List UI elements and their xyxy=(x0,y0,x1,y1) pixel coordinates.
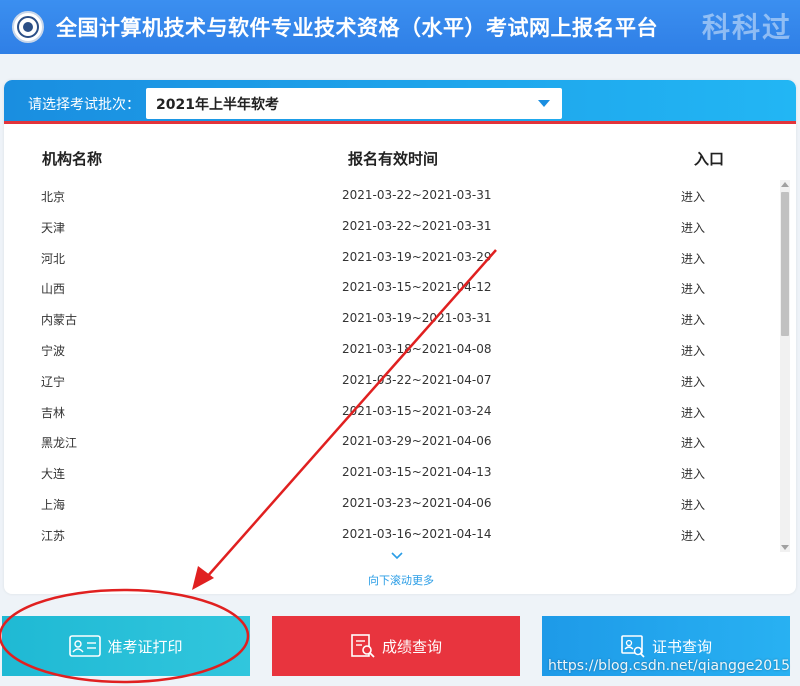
registration-period: 2021-03-22~2021-03-31 xyxy=(342,218,492,233)
enter-link[interactable]: 进入 xyxy=(681,342,705,359)
scroll-thumb[interactable] xyxy=(781,192,789,336)
certificate-search-icon xyxy=(621,635,645,658)
column-header-entry: 入口 xyxy=(694,150,725,168)
table-row: 辽宁 2021-03-22~2021-04-07 进入 xyxy=(4,365,774,395)
watermark: 科科过 xyxy=(701,11,792,44)
institution-name: 宁波 xyxy=(41,344,66,358)
table-row: 北京 2021-03-22~2021-03-31 进入 xyxy=(4,180,774,210)
table-row: 宁波 2021-03-18~2021-04-08 进入 xyxy=(4,334,774,364)
institution-name: 黑龙江 xyxy=(41,436,78,451)
table-row: 上海 2021-03-23~2021-04-06 进入 xyxy=(4,488,774,518)
registration-period: 2021-03-22~2021-04-07 xyxy=(342,372,492,387)
print-button-label: 准考证打印 xyxy=(107,637,183,656)
batch-selected-value: 2021年上半年软考 xyxy=(156,96,279,113)
cert-button-label: 证书查询 xyxy=(651,637,712,656)
site-header: 全国计算机技术与软件专业技术资格（水平）考试网上报名平台 科科过 xyxy=(0,0,800,54)
score-query-button[interactable]: 成绩查询 xyxy=(272,616,520,676)
registration-period: 2021-03-22~2021-03-31 xyxy=(342,188,492,202)
enter-link[interactable]: 进入 xyxy=(681,527,705,544)
enter-link[interactable]: 进入 xyxy=(681,434,705,451)
document-search-icon xyxy=(351,634,375,658)
institution-name: 山西 xyxy=(41,282,66,297)
score-button-label: 成绩查询 xyxy=(381,637,442,656)
table-row: 河北 2021-03-19~2021-03-29 进入 xyxy=(4,242,774,272)
site-title: 全国计算机技术与软件专业技术资格（水平）考试网上报名平台 xyxy=(56,16,658,40)
registration-period: 2021-03-19~2021-03-31 xyxy=(342,311,492,326)
batch-select[interactable]: 2021年上半年软考 xyxy=(146,88,562,119)
registration-panel: 请选择考试批次： 2021年上半年软考 机构名称 报名有效时间 入口 北京 202… xyxy=(4,80,796,594)
registration-period: 2021-03-15~2021-04-12 xyxy=(342,280,492,295)
institution-name: 辽宁 xyxy=(41,374,66,389)
scrollbar[interactable] xyxy=(780,180,790,552)
chevron-down-icon xyxy=(538,100,550,107)
registration-period: 2021-03-16~2021-04-14 xyxy=(342,526,492,541)
institution-name: 河北 xyxy=(41,251,66,266)
registration-period: 2021-03-29~2021-04-06 xyxy=(342,434,492,449)
institution-name: 天津 xyxy=(41,220,66,235)
scroll-up-arrow-icon[interactable] xyxy=(781,182,789,187)
batch-bar: 请选择考试批次： 2021年上半年软考 xyxy=(4,80,796,124)
registration-period: 2021-03-15~2021-03-24 xyxy=(342,403,492,418)
registration-period: 2021-03-18~2021-04-08 xyxy=(342,342,492,356)
chevron-down-icon[interactable] xyxy=(391,550,403,562)
enter-link[interactable]: 进入 xyxy=(681,219,705,236)
scroll-more-link[interactable]: 向下滚动更多 xyxy=(368,572,434,588)
enter-link[interactable]: 进入 xyxy=(681,188,705,205)
enter-link[interactable]: 进入 xyxy=(681,250,705,267)
admission-ticket-print-button[interactable]: 准考证打印 xyxy=(2,616,250,676)
scroll-down-arrow-icon[interactable] xyxy=(781,545,789,550)
batch-label: 请选择考试批次： xyxy=(28,97,140,113)
column-header-name: 机构名称 xyxy=(42,150,103,168)
table-row: 吉林 2021-03-15~2021-03-24 进入 xyxy=(4,396,774,426)
institution-name: 江苏 xyxy=(41,528,66,543)
enter-link[interactable]: 进入 xyxy=(681,465,705,482)
enter-link[interactable]: 进入 xyxy=(681,373,705,390)
table-row: 天津 2021-03-22~2021-03-31 进入 xyxy=(4,211,774,241)
registration-period: 2021-03-23~2021-04-06 xyxy=(342,496,492,510)
enter-link[interactable]: 进入 xyxy=(681,311,705,328)
watermark-url: https://blog.csdn.net/qiangge2015 xyxy=(548,658,790,674)
site-logo xyxy=(12,11,44,43)
registration-period: 2021-03-15~2021-04-13 xyxy=(342,465,492,480)
table-row: 黑龙江 2021-03-29~2021-04-06 进入 xyxy=(4,426,774,456)
table-row: 江苏 2021-03-16~2021-04-14 进入 xyxy=(4,519,774,549)
table-row: 山西 2021-03-15~2021-04-12 进入 xyxy=(4,272,774,302)
enter-link[interactable]: 进入 xyxy=(681,404,705,421)
table-row: 内蒙古 2021-03-19~2021-03-31 进入 xyxy=(4,303,774,333)
institution-name: 北京 xyxy=(41,190,66,204)
id-card-icon xyxy=(69,635,102,657)
enter-link[interactable]: 进入 xyxy=(681,496,705,513)
registration-period: 2021-03-19~2021-03-29 xyxy=(342,249,492,264)
table-row: 大连 2021-03-15~2021-04-13 进入 xyxy=(4,457,774,487)
enter-link[interactable]: 进入 xyxy=(681,280,705,297)
institution-name: 大连 xyxy=(41,467,66,482)
column-header-time: 报名有效时间 xyxy=(348,150,439,168)
institution-name: 吉林 xyxy=(41,405,66,420)
institution-name: 上海 xyxy=(41,498,66,512)
institution-name: 内蒙古 xyxy=(41,313,78,328)
